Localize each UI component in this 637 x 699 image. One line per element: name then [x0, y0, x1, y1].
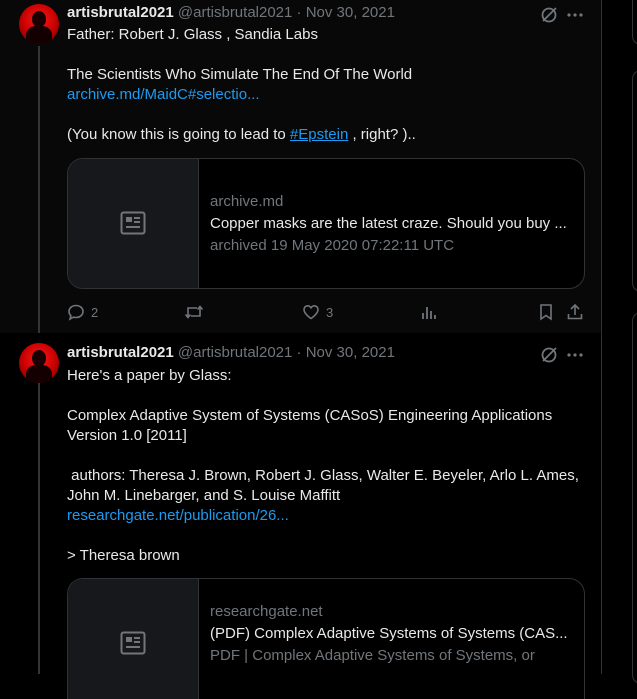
author-name[interactable]: artisbrutal2021 [67, 344, 174, 361]
reply-icon [68, 304, 84, 321]
text-line: The Scientists Who Simulate The End Of T… [67, 66, 413, 83]
tweet-link[interactable]: researchgate.net/publication/26... [67, 506, 587, 526]
heart-icon [303, 304, 319, 320]
author-handle[interactable]: @artisbrutal2021 [178, 344, 292, 361]
timeline: artisbrutal2021 @artisbrutal2021 · Nov 3… [0, 0, 601, 699]
thread-line [38, 379, 40, 674]
tweet-date[interactable]: Nov 30, 2021 [306, 4, 395, 21]
tweet-header: artisbrutal2021 @artisbrutal2021 · Nov 3… [67, 3, 395, 23]
bookmark-button[interactable] [537, 301, 555, 323]
tweet-header: artisbrutal2021 @artisbrutal2021 · Nov 3… [67, 343, 395, 363]
link-card[interactable]: researchgate.net (PDF) Complex Adaptive … [67, 578, 585, 699]
grok-icon[interactable] [540, 6, 558, 24]
sidebar-panel[interactable] [632, 0, 637, 45]
action-bar: 2 3 [67, 301, 587, 323]
separator-dot: · [296, 344, 302, 361]
sidebar-panel[interactable] [632, 312, 637, 684]
analytics-icon [422, 307, 436, 319]
card-body: archive.md Copper masks are the latest c… [210, 191, 576, 257]
text-line: Here's a paper by Glass: [67, 367, 232, 384]
more-icon[interactable] [566, 346, 584, 364]
card-domain: researchgate.net [210, 603, 323, 620]
author-handle[interactable]: @artisbrutal2021 [178, 4, 292, 21]
repost-button[interactable] [184, 301, 204, 323]
column-divider [601, 0, 602, 674]
right-sidebar-edge [601, 0, 637, 684]
avatar[interactable] [19, 4, 59, 44]
thread-line [38, 46, 40, 333]
bookmark-icon [540, 304, 552, 321]
share-button[interactable] [566, 301, 584, 323]
author-name[interactable]: artisbrutal2021 [67, 4, 174, 21]
hashtag-link[interactable]: #Epstein [290, 126, 348, 143]
card-title: (PDF) Complex Adaptive Systems of System… [210, 625, 568, 642]
card-description: PDF | Complex Adaptive Systems of System… [210, 647, 535, 664]
more-icon[interactable] [566, 6, 584, 24]
grok-icon[interactable] [540, 346, 558, 364]
tweet-text: Father: Robert J. Glass , Sandia Labs Th… [67, 25, 587, 145]
text-line: > Theresa brown [67, 547, 180, 564]
text-line: John M. Linebarger, and S. Louise Maffit… [67, 487, 341, 504]
tweet-date[interactable]: Nov 30, 2021 [306, 344, 395, 361]
card-domain: archive.md [210, 193, 284, 210]
card-thumbnail [68, 579, 199, 699]
article-icon [120, 631, 146, 655]
repost-icon [184, 305, 204, 319]
sidebar-panel[interactable] [632, 70, 637, 292]
article-icon [120, 211, 146, 235]
card-title: Copper masks are the latest craze. Shoul… [210, 215, 567, 232]
like-count: 3 [326, 304, 334, 320]
tweet[interactable]: artisbrutal2021 @artisbrutal2021 · Nov 3… [0, 333, 601, 699]
tweet-text: Here's a paper by Glass: Complex Adaptiv… [67, 366, 587, 566]
card-body: researchgate.net (PDF) Complex Adaptive … [210, 601, 576, 667]
text-line: Complex Adaptive System of Systems (CASo… [67, 407, 553, 424]
tweet[interactable]: artisbrutal2021 @artisbrutal2021 · Nov 3… [0, 0, 601, 333]
text-line: (You know this is going to lead to [67, 126, 290, 143]
link-card[interactable]: archive.md Copper masks are the latest c… [67, 158, 585, 289]
tweet-link[interactable]: archive.md/MaidC#selectio... [67, 85, 587, 105]
like-button[interactable]: 3 [302, 301, 333, 323]
text-line: Version 1.0 [2011] [67, 427, 187, 444]
share-icon [567, 303, 583, 320]
card-thumbnail [68, 159, 199, 288]
views-button[interactable] [419, 301, 437, 323]
reply-count: 2 [91, 304, 99, 320]
avatar[interactable] [19, 343, 59, 383]
reply-button[interactable]: 2 [67, 301, 98, 323]
text-line: , right? ).. [348, 126, 416, 143]
text-line: authors: Theresa J. Brown, Robert J. Gla… [67, 467, 579, 484]
card-description: archived 19 May 2020 07:22:11 UTC [210, 237, 455, 254]
separator-dot: · [296, 4, 302, 21]
text-line: Father: Robert J. Glass , Sandia Labs [67, 26, 318, 43]
